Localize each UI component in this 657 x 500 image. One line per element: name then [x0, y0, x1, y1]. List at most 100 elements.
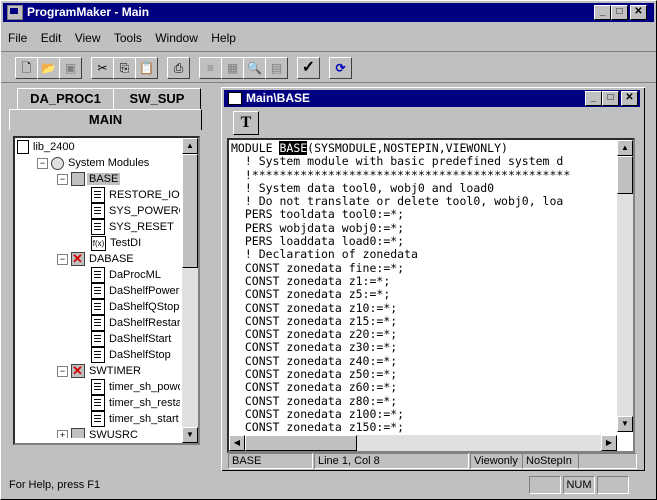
tree-item[interactable]: lib_2400: [17, 139, 77, 155]
menu-edit[interactable]: Edit: [36, 31, 67, 45]
tab-sw-sup[interactable]: SW_SUP: [113, 88, 201, 109]
module-error-icon: [71, 251, 85, 267]
copy-icon[interactable]: ⎘: [113, 57, 136, 79]
title-bar[interactable]: ProgramMaker - Main _ □ ✕: [3, 3, 654, 22]
code-line: PERS tooldata tool0:=*;: [231, 208, 570, 221]
paste-icon[interactable]: 📋: [135, 57, 158, 79]
menu-window[interactable]: Window: [150, 31, 203, 45]
editor-maximize-button[interactable]: □: [602, 91, 619, 106]
editor-horizontal-scrollbar[interactable]: ◀ ▶: [229, 435, 617, 451]
save-icon[interactable]: ▣: [59, 57, 82, 79]
tree-item[interactable]: DaShelfRestart: [77, 315, 180, 332]
code-text: ! System data tool0, wobj0 and load0: [231, 180, 495, 195]
tab-main[interactable]: MAIN: [9, 109, 202, 130]
scroll-up-arrow-icon[interactable]: ▲: [182, 138, 198, 154]
open-icon[interactable]: 📂: [37, 57, 60, 79]
editor-close-button[interactable]: ✕: [621, 91, 638, 106]
main-window: ProgramMaker - Main _ □ ✕ File Edit View…: [0, 0, 657, 500]
tree-item-label: timer_sh_start: [109, 413, 179, 425]
tree-item[interactable]: + SWUSRC: [57, 427, 140, 438]
tree-item[interactable]: DaShelfStart: [77, 331, 173, 348]
new-icon[interactable]: 🗋: [15, 57, 38, 79]
code-line: PERS wobjdata wobj0:=*;: [231, 221, 570, 235]
app-icon[interactable]: [7, 5, 23, 20]
tree-scroll-thumb[interactable]: [182, 154, 198, 268]
tree-item[interactable]: SYS_RESET: [77, 219, 176, 236]
tree-item[interactable]: timer_sh_start: [77, 411, 180, 428]
table-icon[interactable]: ▦: [221, 57, 244, 79]
editor-title-bar[interactable]: Main\BASE _ □ ✕: [224, 90, 640, 107]
code-editor[interactable]: MODULE BASE(SYSMODULE,NOSTEPIN,VIEWONLY)…: [227, 138, 635, 453]
tree-item[interactable]: DaShelfStop: [77, 347, 173, 364]
collapse-icon[interactable]: −: [57, 173, 68, 185]
status-nostepin: NoStepIn: [522, 453, 579, 469]
code-text: !***************************************…: [231, 167, 571, 182]
maximize-button[interactable]: □: [611, 5, 628, 20]
minimize-button[interactable]: _: [594, 5, 611, 20]
tree-item[interactable]: − SWTIMER: [57, 363, 143, 379]
editor-scroll-up-arrow-icon[interactable]: ▲: [617, 140, 633, 156]
tree-item[interactable]: − DABASE: [57, 251, 136, 267]
tree-item[interactable]: f(x) TestDI: [77, 235, 143, 251]
editor-hscroll-thumb[interactable]: [245, 435, 357, 451]
tree-item[interactable]: RESTORE_IO: [77, 187, 180, 204]
code-text: CONST zonedata z40:=*;: [231, 353, 398, 368]
cut-icon[interactable]: ✂: [91, 57, 114, 79]
code-text: CONST zonedata z80:=*;: [231, 393, 398, 408]
status-position: Line 1, Col 8: [314, 453, 469, 469]
editor-scroll-right-arrow-icon[interactable]: ▶: [601, 435, 617, 451]
text-format-button[interactable]: T: [233, 111, 259, 135]
code-text: CONST zonedata z20:=*;: [231, 327, 398, 342]
collapse-icon[interactable]: −: [57, 365, 68, 377]
code-text: CONST zonedata z5:=*;: [231, 287, 391, 302]
menu-tools[interactable]: Tools: [109, 31, 147, 45]
editor-vertical-scrollbar[interactable]: ▲ ▼: [617, 140, 633, 432]
tree-item[interactable]: − BASE: [57, 171, 121, 187]
code-line: CONST zonedata z30:=*;: [231, 341, 570, 354]
refresh-icon[interactable]: ⟳: [329, 57, 352, 79]
tree-item-label: DaShelfRestart: [109, 317, 180, 329]
tree-vertical-scrollbar[interactable]: ▲ ▼: [182, 138, 198, 443]
editor-minimize-button[interactable]: _: [585, 91, 602, 106]
stack-icon[interactable]: ▤: [265, 57, 288, 79]
code-line: ! System module with basic predefined sy…: [231, 155, 570, 168]
tree-item[interactable]: − System Modules: [37, 155, 151, 171]
collapse-icon[interactable]: −: [37, 157, 48, 169]
tree-item[interactable]: DaProcML: [77, 267, 163, 284]
menu-help[interactable]: Help: [206, 31, 241, 45]
tree-item[interactable]: SYS_POWEROI: [77, 203, 180, 220]
check-icon[interactable]: ✓: [297, 57, 320, 79]
tree-item[interactable]: DaShelfQStop: [77, 299, 180, 316]
menu-file[interactable]: File: [3, 31, 32, 45]
close-button[interactable]: ✕: [630, 5, 647, 20]
find-icon[interactable]: 🔍: [243, 57, 266, 79]
tree-item[interactable]: DaShelfPowerO: [77, 283, 180, 300]
code-line: CONST zonedata fine:=*;: [231, 260, 570, 275]
code-line: !***************************************…: [231, 167, 571, 182]
tree-item-label: RESTORE_IO: [109, 189, 180, 201]
tree-item[interactable]: timer_sh_powon: [77, 379, 180, 396]
procedure-icon: [91, 219, 105, 236]
tree-item[interactable]: timer_sh_restart: [77, 395, 180, 412]
editor-scroll-down-arrow-icon[interactable]: ▼: [617, 416, 633, 432]
view-list-icon[interactable]: ≡: [199, 57, 222, 79]
menu-view[interactable]: View: [70, 31, 106, 45]
code-line: CONST zonedata z150:=*;: [231, 421, 570, 434]
tree-item-label: SWTIMER: [89, 365, 141, 377]
module-icon: [71, 172, 85, 187]
editor-scroll-thumb[interactable]: [617, 156, 633, 194]
code-text: CONST zonedata fine:=*;: [231, 260, 405, 275]
code-line: CONST zonedata z1:=*;: [231, 274, 570, 288]
status-empty: [578, 453, 637, 469]
selected-keyword: BASE: [279, 141, 308, 155]
code-line: PERS loaddata load0:=*;: [231, 234, 570, 248]
collapse-icon[interactable]: −: [57, 253, 68, 265]
scroll-down-arrow-icon[interactable]: ▼: [182, 427, 198, 443]
procedure-icon: [91, 379, 105, 396]
tab-da-proc1[interactable]: DA_PROC1: [17, 88, 114, 109]
expand-icon[interactable]: +: [57, 429, 68, 438]
editor-scroll-left-arrow-icon[interactable]: ◀: [229, 435, 245, 451]
print-icon[interactable]: ⎙: [167, 57, 190, 79]
code-line: CONST zonedata z80:=*;: [231, 393, 570, 408]
code-line: CONST zonedata z50:=*;: [231, 367, 570, 381]
